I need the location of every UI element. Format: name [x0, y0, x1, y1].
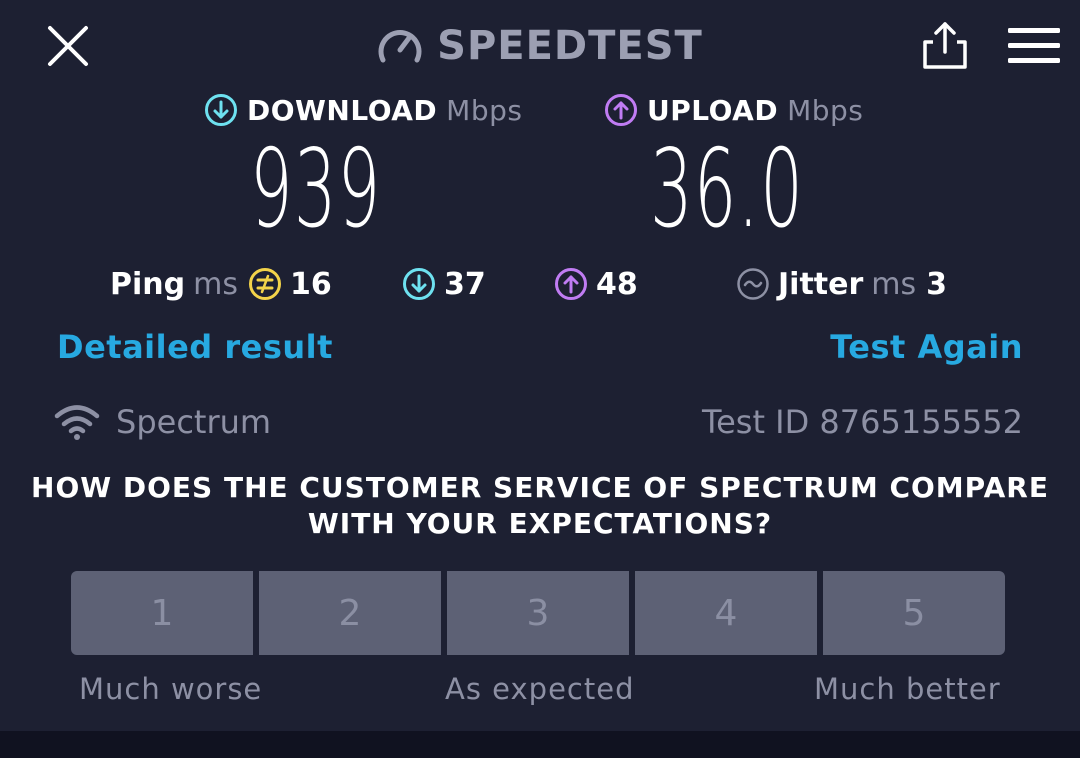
provider: Spectrum	[54, 400, 271, 444]
bottom-bar	[0, 731, 1080, 758]
ping-unit: ms	[193, 266, 238, 302]
jitter-label: Jitter	[778, 266, 864, 302]
download-label: DOWNLOAD Mbps	[204, 90, 522, 130]
rating-button-3[interactable]: 3	[447, 571, 629, 655]
rating-scale: 1 2 3 4 5	[71, 571, 1005, 655]
share-button[interactable]	[918, 20, 972, 72]
rating-button-1[interactable]: 1	[71, 571, 253, 655]
upload-arrow-icon	[605, 94, 637, 126]
upload-speed-value: 36.0	[650, 127, 805, 252]
test-id: Test ID 8765155552	[701, 403, 1023, 441]
ping-download-value: 37	[444, 266, 486, 302]
upload-label-text: UPLOAD	[647, 93, 779, 127]
scale-label-much-better: Much better	[814, 672, 1001, 706]
upload-latency-icon	[555, 268, 587, 300]
rating-button-2[interactable]: 2	[259, 571, 441, 655]
survey-question-line1: HOW DOES THE CUSTOMER SERVICE OF SPECTRU…	[31, 471, 1049, 504]
scale-label-as-expected: As expected	[445, 672, 635, 706]
ping-idle-value: 16	[289, 266, 332, 302]
survey-question: HOW DOES THE CUSTOMER SERVICE OF SPECTRU…	[20, 470, 1060, 542]
download-speed-value: 939	[250, 127, 382, 252]
share-icon	[923, 22, 967, 69]
download-latency-icon	[403, 268, 435, 300]
ping-upload: 48	[554, 262, 638, 306]
ping-upload-value: 48	[596, 266, 638, 302]
gauge-icon	[378, 30, 422, 63]
download-unit: Mbps	[446, 93, 523, 127]
menu-icon	[1008, 28, 1060, 63]
detailed-result-link[interactable]: Detailed result	[57, 328, 333, 372]
idle-latency-icon	[248, 268, 281, 300]
download-label-text: DOWNLOAD	[247, 93, 438, 127]
jitter: Jitter ms 3	[736, 262, 947, 306]
download-arrow-icon	[205, 94, 237, 126]
ping-download: 37	[402, 262, 486, 306]
ping-label: Ping	[110, 266, 186, 302]
menu-button[interactable]	[1006, 24, 1062, 68]
upload-label: UPLOAD Mbps	[604, 90, 863, 130]
wifi-icon	[54, 405, 100, 440]
jitter-value: 3	[926, 266, 948, 302]
logo-text: SPEEDTEST	[437, 23, 703, 69]
upload-unit: Mbps	[787, 93, 864, 127]
scale-label-much-worse: Much worse	[79, 672, 263, 706]
survey-question-line2: WITH YOUR EXPECTATIONS?	[307, 507, 773, 540]
jitter-unit: ms	[871, 266, 917, 302]
jitter-icon	[737, 268, 769, 300]
rating-button-4[interactable]: 4	[635, 571, 817, 655]
rating-button-5[interactable]: 5	[823, 571, 1005, 655]
provider-name: Spectrum	[116, 403, 272, 441]
test-again-link[interactable]: Test Again	[830, 328, 1023, 372]
ping-idle: Ping ms 16	[110, 262, 332, 306]
